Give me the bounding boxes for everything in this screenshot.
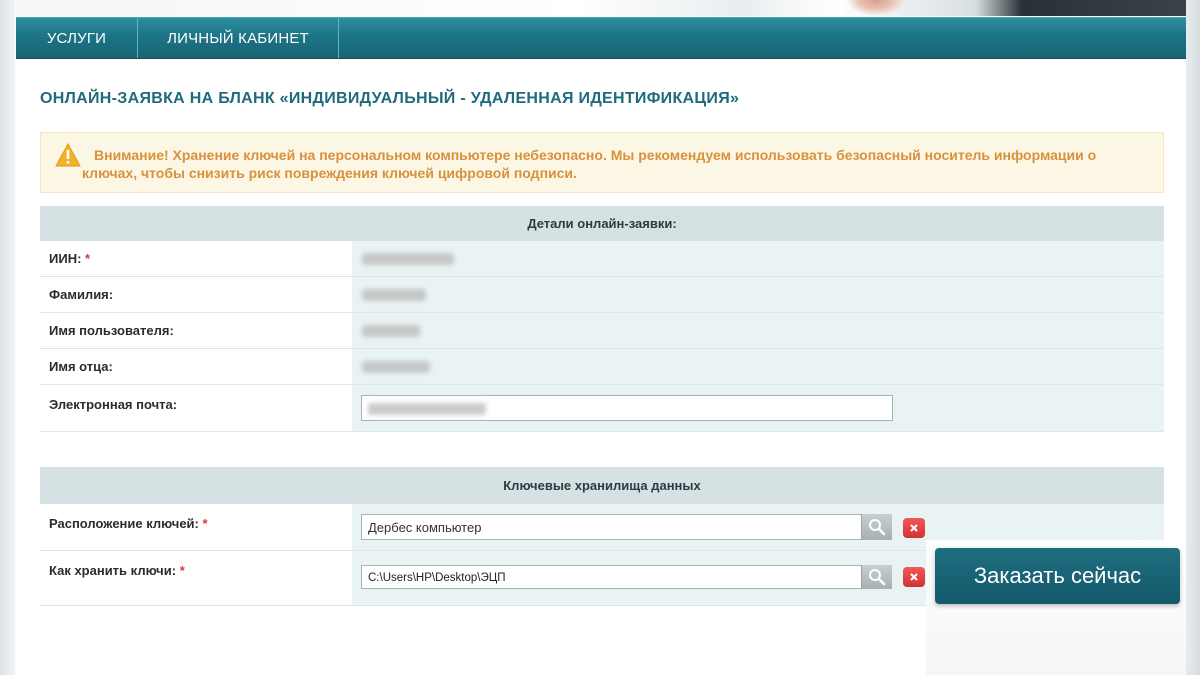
- surname-value: [352, 277, 1164, 312]
- nav-personal-cabinet[interactable]: ЛИЧНЫЙ КАБИНЕТ: [138, 18, 339, 58]
- patronymic-label: Имя отца:: [40, 349, 352, 384]
- page-edge: [1186, 0, 1200, 675]
- row-username: Имя пользователя:: [40, 313, 1164, 349]
- key-storage-label: Как хранить ключи: *: [40, 551, 352, 605]
- details-header: Детали онлайн-заявки:: [40, 206, 1164, 241]
- key-storage-path-field[interactable]: C:\Users\HP\Desktop\ЭЦП: [361, 565, 892, 589]
- close-icon: [910, 524, 918, 532]
- header-banner: [16, 0, 1186, 16]
- key-location-value: Дербес компьютер: [368, 520, 482, 535]
- key-storage-clear-button[interactable]: [903, 567, 925, 587]
- username-label: Имя пользователя:: [40, 313, 352, 348]
- iin-label: ИИН: *: [40, 241, 352, 276]
- key-location-label: Расположение ключей: *: [40, 504, 352, 550]
- email-field[interactable]: [361, 395, 893, 421]
- page-title: ОНЛАЙН-ЗАЯВКА НА БЛАНК «ИНДИВИДУАЛЬНЫЙ -…: [40, 90, 740, 107]
- top-navigation: УСЛУГИ ЛИЧНЫЙ КАБИНЕТ: [16, 17, 1188, 59]
- close-icon: [910, 573, 918, 581]
- patronymic-value: [352, 349, 1164, 384]
- key-location-clear-button[interactable]: [903, 518, 925, 538]
- key-location-field[interactable]: Дербес компьютер: [361, 514, 892, 540]
- storage-header: Ключевые хранилища данных: [40, 467, 1164, 504]
- row-iin: ИИН: *: [40, 241, 1164, 277]
- warning-text: Внимание! Хранение ключей на персонально…: [82, 147, 1097, 181]
- row-surname: Фамилия:: [40, 277, 1164, 313]
- iin-value: [352, 241, 1164, 276]
- row-patronymic: Имя отца:: [40, 349, 1164, 385]
- required-mark: *: [179, 563, 185, 578]
- email-label: Электронная почта:: [40, 385, 352, 431]
- key-location-search-button[interactable]: [861, 514, 892, 540]
- warning-alert: Внимание! Хранение ключей на персонально…: [40, 132, 1164, 193]
- details-panel: Детали онлайн-заявки: ИИН: * Фамилия: Им…: [40, 206, 1164, 432]
- redacted-value: [362, 325, 420, 337]
- warning-triangle-icon: [55, 143, 81, 167]
- username-value: [352, 313, 1164, 348]
- email-value-cell: [352, 385, 1164, 431]
- order-now-button[interactable]: Заказать сейчас: [935, 548, 1180, 604]
- redacted-value: [362, 361, 430, 373]
- required-mark: *: [202, 516, 208, 531]
- row-email: Электронная почта:: [40, 385, 1164, 432]
- search-icon: [869, 519, 886, 536]
- banner-image: [846, 0, 906, 16]
- key-storage-path-value: C:\Users\HP\Desktop\ЭЦП: [368, 572, 506, 584]
- key-storage-browse-button[interactable]: [861, 565, 892, 589]
- search-icon: [869, 569, 886, 586]
- surname-label: Фамилия:: [40, 277, 352, 312]
- required-mark: *: [85, 251, 91, 266]
- nav-services[interactable]: УСЛУГИ: [16, 18, 138, 58]
- redacted-value: [362, 253, 454, 265]
- redacted-value: [362, 289, 426, 301]
- redacted-value: [368, 403, 486, 415]
